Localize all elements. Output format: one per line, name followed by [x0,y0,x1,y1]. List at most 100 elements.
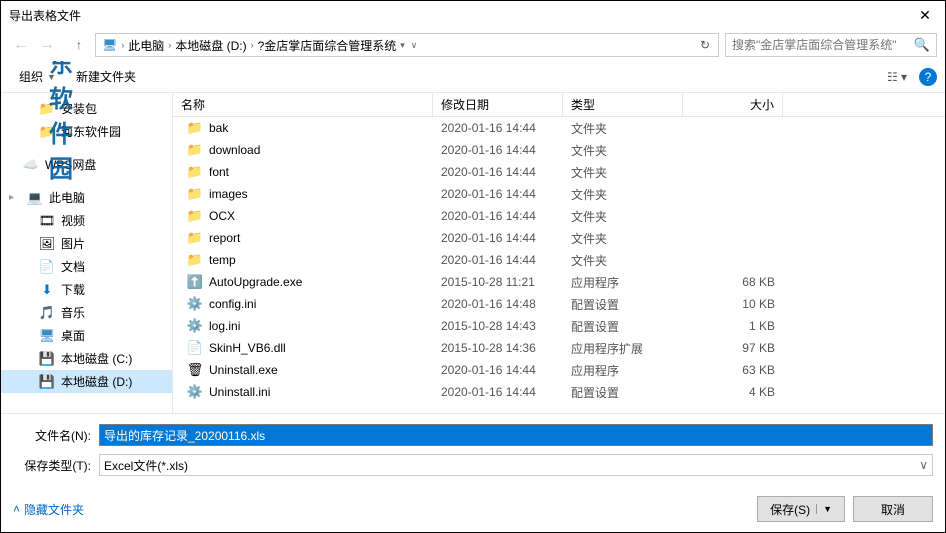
sidebar-item-8[interactable]: 🎵音乐 [1,301,172,324]
bc-item-1[interactable]: 本地磁盘 (D:) [173,37,248,54]
disk-icon: 💾 [39,351,55,367]
sidebar-item-9[interactable]: 🖥 桌面 [1,324,172,347]
file-type: 配置设置 [563,382,683,403]
toolbar: 组织▼ 新建文件夹 ☷ ▾ ? [1,61,945,93]
file-type: 文件夹 [563,184,683,205]
bottom-panel: 文件名(N): 保存类型(T): Excel文件(*.xls)∨ ˄ 隐藏文件夹… [1,413,945,532]
file-row[interactable]: ⬆️AutoUpgrade.exe 2015-10-28 11:21 应用程序 … [173,271,945,293]
file-date: 2020-01-16 14:44 [433,229,563,247]
ini-icon: ⚙️ [187,296,203,312]
file-type: 应用程序扩展 [563,338,683,359]
search-input[interactable] [732,38,914,52]
file-row[interactable]: ⚙️log.ini 2015-10-28 14:43 配置设置 1 KB [173,315,945,337]
nav-row: ← → ↑ 🖥 › 此电脑 › 本地磁盘 (D:) › ?金店掌店面综合管理系统… [1,29,945,61]
sidebar-item-3[interactable]: ▸💻此电脑 [1,186,172,209]
cancel-button[interactable]: 取消 [853,496,933,522]
file-row[interactable]: ⚙️config.ini 2020-01-16 14:48 配置设置 10 KB [173,293,945,315]
column-headers: 名称 修改日期 类型 大小 [173,93,945,117]
up-button[interactable]: ↑ [69,35,89,55]
col-type[interactable]: 类型 [563,93,683,116]
file-date: 2020-01-16 14:44 [433,251,563,269]
sidebar-item-4[interactable]: 🎞视频 [1,209,172,232]
file-row[interactable]: 📁images 2020-01-16 14:44 文件夹 [173,183,945,205]
file-row[interactable]: 📄SkinH_VB6.dll 2015-10-28 14:36 应用程序扩展 9… [173,337,945,359]
titlebar: 导出表格文件 ✕ [1,1,945,29]
col-name[interactable]: 名称 [173,93,433,116]
view-mode-button[interactable]: ☷ ▾ [877,65,917,89]
refresh-button[interactable]: ↻ [696,38,714,52]
file-type: 文件夹 [563,206,683,227]
file-type: 文件夹 [563,162,683,183]
file-name: log.ini [209,319,240,333]
file-size: 63 KB [683,361,783,379]
folder-icon: 📁 [187,252,203,268]
uninstall-icon: 🗑 [187,362,203,378]
breadcrumb-dropdown[interactable]: ∨ [407,40,422,51]
file-size [683,170,783,174]
sidebar-item-label: 图片 [61,235,85,252]
file-size: 1 KB [683,317,783,335]
file-size [683,192,783,196]
file-name: temp [209,253,236,267]
sidebar-item-1[interactable]: 📁河东软件园 [1,120,172,143]
help-button[interactable]: ? [919,68,937,86]
sidebar-item-label: 河东软件园 [61,123,121,140]
file-name: images [209,187,248,201]
file-row[interactable]: 📁font 2020-01-16 14:44 文件夹 [173,161,945,183]
col-size[interactable]: 大小 [683,93,783,116]
file-date: 2015-10-28 11:21 [433,273,563,291]
file-row[interactable]: 📁OCX 2020-01-16 14:44 文件夹 [173,205,945,227]
exe-icon: ⬆️ [187,274,203,290]
video-icon: 🎞 [39,213,55,229]
cloud-icon: ☁️ [23,157,39,173]
filetype-label: 保存类型(T): [13,457,99,474]
file-row[interactable]: 📁temp 2020-01-16 14:44 文件夹 [173,249,945,271]
file-list[interactable]: 名称 修改日期 类型 大小 📁bak 2020-01-16 14:44 文件夹 … [173,93,945,413]
col-date[interactable]: 修改日期 [433,93,563,116]
file-name: OCX [209,209,235,223]
new-folder-button[interactable]: 新建文件夹 [66,64,146,89]
file-date: 2020-01-16 14:44 [433,383,563,401]
sidebar-item-6[interactable]: 📄文档 [1,255,172,278]
folder-icon: 📁 [187,208,203,224]
file-type: 文件夹 [563,228,683,249]
sidebar-item-11[interactable]: 💾本地磁盘 (D:) [1,370,172,393]
file-size: 97 KB [683,339,783,357]
file-name: AutoUpgrade.exe [209,275,302,289]
filename-input[interactable] [99,424,933,446]
forward-button[interactable]: → [35,33,59,57]
bc-item-2[interactable]: ?金店掌店面综合管理系统 [256,37,399,54]
sidebar-item-label: 本地磁盘 (C:) [61,350,132,367]
file-row[interactable]: 📁report 2020-01-16 14:44 文件夹 [173,227,945,249]
hide-folders-button[interactable]: ˄ 隐藏文件夹 [13,501,84,518]
bc-item-0[interactable]: 此电脑 [126,37,166,54]
breadcrumb[interactable]: 🖥 › 此电脑 › 本地磁盘 (D:) › ?金店掌店面综合管理系统 ▾ ∨ ↻ [95,33,719,57]
sidebar-item-label: 下载 [61,281,85,298]
organize-button[interactable]: 组织▼ [9,64,66,89]
sidebar-item-5[interactable]: 🖼图片 [1,232,172,255]
file-row[interactable]: 🗑Uninstall.exe 2020-01-16 14:44 应用程序 63 … [173,359,945,381]
file-size [683,126,783,130]
sidebar-item-10[interactable]: 💾 本地磁盘 (C:) [1,347,172,370]
file-row[interactable]: 📁bak 2020-01-16 14:44 文件夹 [173,117,945,139]
sidebar[interactable]: 📁安装包📁河东软件园☁️WPS网盘▸💻此电脑🎞视频🖼图片📄文档⬇下载🎵音乐🖥桌面… [1,93,173,413]
file-size [683,148,783,152]
sidebar-item-0[interactable]: 📁安装包 [1,97,172,120]
back-button[interactable]: ← [9,33,33,57]
file-size [683,258,783,262]
sidebar-item-2[interactable]: ☁️WPS网盘 [1,153,172,176]
sidebar-item-label: 桌面 [61,327,85,344]
bc-pc-icon[interactable]: 🖥 [100,38,119,52]
file-row[interactable]: ⚙️Uninstall.ini 2020-01-16 14:44 配置设置 4 … [173,381,945,403]
file-row[interactable]: 📁download 2020-01-16 14:44 文件夹 [173,139,945,161]
file-name: report [209,231,240,245]
search-box[interactable]: 🔍 [725,33,937,57]
file-size: 4 KB [683,383,783,401]
desktop-icon: 🖥 [39,328,55,344]
folder-icon: 📁 [39,101,55,117]
filetype-select[interactable]: Excel文件(*.xls)∨ [99,454,933,476]
close-button[interactable]: ✕ [913,5,937,25]
save-button[interactable]: 保存(S)▼ [757,496,845,522]
sidebar-item-7[interactable]: ⬇下载 [1,278,172,301]
file-type: 应用程序 [563,272,683,293]
